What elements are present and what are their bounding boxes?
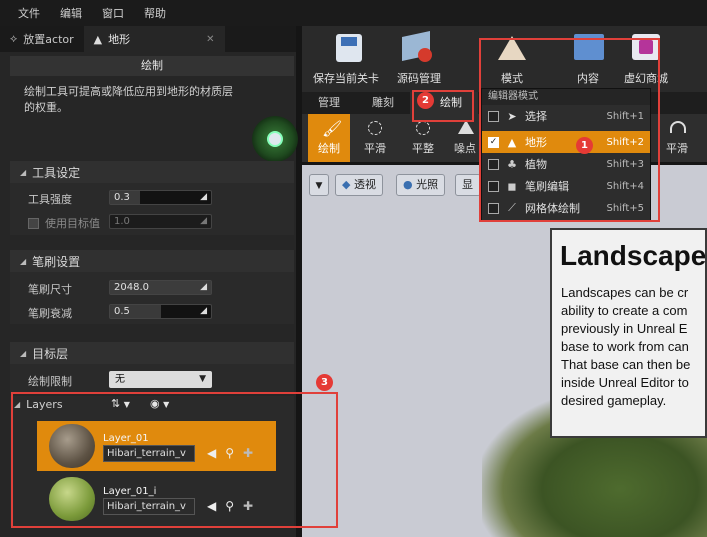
- target-value-input: 1.0 ◢: [109, 214, 212, 229]
- target-layers-header[interactable]: ◢ 目标层: [10, 342, 294, 364]
- perspective-button[interactable]: ◆ 透视: [335, 174, 383, 196]
- landscape-icon: ▲: [93, 32, 103, 46]
- collapse-triangle-icon: ◢: [20, 256, 27, 266]
- target-value: 1.0: [114, 216, 130, 227]
- tooltip-title: Landscapes: [560, 240, 707, 271]
- annotation-box-modes: [479, 38, 660, 222]
- menu-bar: 文件 编辑 窗口 帮助: [0, 0, 707, 26]
- tool-label: 平整: [412, 142, 434, 155]
- brush-size-value: 2048.0: [114, 282, 149, 293]
- save-icon: [336, 34, 362, 62]
- brush-falloff-label: 笔刷衰减: [28, 307, 72, 320]
- tool-description: 绘制工具可提高或降低应用到地形的材质层 的权重。: [24, 84, 284, 116]
- paint-limit-label: 绘制限制: [28, 375, 72, 388]
- noise-icon: [458, 120, 474, 134]
- section-title: 笔刷设置: [32, 254, 81, 269]
- menu-edit[interactable]: 编辑: [50, 5, 92, 21]
- use-target-checkbox[interactable]: [28, 217, 39, 229]
- button-label: 保存当前关卡: [313, 72, 379, 85]
- place-actor-icon: ⟡: [10, 32, 18, 45]
- no-entry-icon: [418, 48, 432, 62]
- chevron-down-icon: ▼: [315, 181, 323, 191]
- description-line: 绘制工具可提高或降低应用到地形的材质层: [24, 85, 233, 98]
- section-title: 工具设定: [32, 165, 81, 180]
- show-button[interactable]: 显示: [455, 174, 481, 196]
- panel-tabs: ⟡ 放置actor ▲ 地形 ✕: [0, 26, 296, 52]
- resize-arrow-icon: ◢: [200, 192, 207, 202]
- lit-label: 光照: [416, 178, 439, 191]
- collapse-triangle-icon: ◢: [20, 167, 27, 177]
- tool-strength-input[interactable]: 0.3 ◢: [109, 190, 212, 205]
- chevron-down-icon: ▼: [199, 374, 206, 384]
- tab-label: 放置actor: [23, 33, 74, 46]
- description-line: 的权重。: [24, 101, 68, 114]
- brush-size-label: 笔刷尺寸: [28, 283, 72, 296]
- lit-icon: ●: [403, 178, 413, 191]
- tool-label: 噪点: [454, 142, 476, 155]
- source-control-button[interactable]: 源码管理: [388, 26, 450, 92]
- resize-arrow-icon: ◢: [200, 306, 207, 316]
- menu-window[interactable]: 窗口: [92, 5, 134, 21]
- tool-label: 绘制: [318, 142, 340, 155]
- resize-arrow-icon: ◢: [200, 282, 207, 292]
- brush-settings-header[interactable]: ◢ 笔刷设置: [10, 250, 294, 272]
- smooth-icon: [368, 121, 382, 135]
- paint-limit-select[interactable]: 无 ▼: [109, 371, 212, 388]
- use-target-label: 使用目标值: [45, 217, 100, 230]
- annotation-badge: 1: [576, 137, 593, 154]
- collapse-triangle-icon: ◢: [20, 348, 27, 358]
- lit-button[interactable]: ● 光照: [396, 174, 446, 196]
- tool-settings-header[interactable]: ◢ 工具设定: [10, 161, 294, 183]
- brush-falloff-value: 0.5: [114, 306, 130, 317]
- resize-arrow-icon: ◢: [200, 216, 207, 226]
- brush-size-input[interactable]: 2048.0 ◢: [109, 280, 212, 295]
- landscape-tooltip: Landscapes Landscapes can be cr ability …: [550, 228, 707, 438]
- tool-label: 平滑: [666, 142, 688, 155]
- tab-place-actors[interactable]: ⟡ 放置actor: [0, 26, 84, 52]
- tab-sculpt[interactable]: 雕刻: [356, 92, 410, 114]
- brush-icon: 🖌: [322, 119, 343, 138]
- tab-label: 地形: [108, 33, 131, 46]
- tool-paint[interactable]: 🖌 绘制: [308, 114, 350, 162]
- flatten-icon: [416, 121, 430, 135]
- strength-value: 0.3: [114, 192, 130, 203]
- tab-landscape[interactable]: ▲ 地形 ✕: [83, 26, 225, 52]
- tooltip-body: Landscapes can be cr ability to create a…: [561, 285, 691, 408]
- tool-smooth[interactable]: 平滑: [354, 114, 396, 162]
- viewport-options-button[interactable]: ▼: [309, 174, 329, 196]
- tool-label: 平滑: [364, 142, 386, 155]
- annotation-badge: 2: [417, 92, 434, 109]
- close-icon[interactable]: ✕: [206, 34, 214, 45]
- annotation-box-layers: [11, 392, 338, 528]
- use-target-row: 使用目标值: [28, 215, 100, 231]
- perspective-icon: ◆: [342, 178, 351, 191]
- annotation-badge: 3: [316, 374, 333, 391]
- landscape-mode-icon: [252, 116, 298, 162]
- smooth-icon: [670, 121, 686, 133]
- paint-section-header: 绘制: [10, 56, 294, 76]
- tab-manage[interactable]: 管理: [302, 92, 356, 114]
- save-level-button[interactable]: 保存当前关卡: [308, 26, 384, 92]
- tool-smooth-2[interactable]: 平滑: [656, 114, 698, 162]
- perspective-label: 透视: [353, 178, 376, 191]
- button-label: 源码管理: [397, 72, 441, 85]
- section-title: 目标层: [32, 346, 69, 361]
- show-label: 显示: [462, 178, 473, 191]
- paint-limit-value: 无: [115, 374, 125, 385]
- tool-strength-label: 工具强度: [28, 193, 72, 206]
- menu-help[interactable]: 帮助: [134, 5, 176, 21]
- brush-falloff-input[interactable]: 0.5 ◢: [109, 304, 212, 319]
- menu-file[interactable]: 文件: [8, 5, 50, 21]
